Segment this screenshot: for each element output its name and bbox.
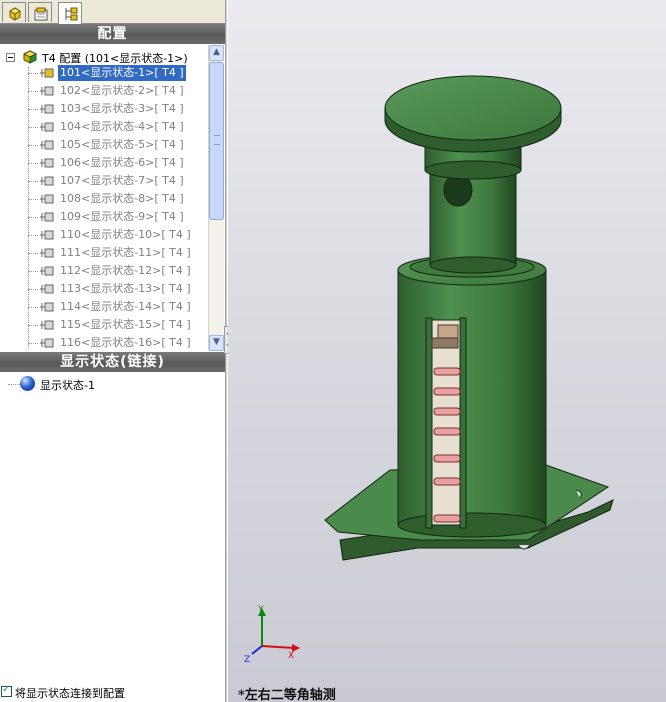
configuration-item[interactable]: 107<显示状态-7>[ T4 ] bbox=[28, 172, 208, 190]
x-axis-label: X bbox=[288, 651, 294, 661]
chevron-down-icon: ▼ bbox=[213, 337, 220, 347]
configuration-icon bbox=[40, 158, 54, 168]
tree-connector-line bbox=[28, 127, 38, 128]
tree-connector-line bbox=[28, 235, 38, 236]
configuration-item[interactable]: 102<显示状态-2>[ T4 ] bbox=[28, 82, 208, 100]
tree-connector-line bbox=[28, 91, 38, 92]
configuration-item[interactable]: 113<显示状态-13>[ T4 ] bbox=[28, 280, 208, 298]
configuration-item-label: 112<显示状态-12>[ T4 ] bbox=[60, 264, 191, 277]
chevron-up-icon: ▲ bbox=[213, 47, 220, 57]
configuration-icon bbox=[40, 266, 54, 276]
graphics-viewport[interactable]: Y X Z *左右二等角轴测 bbox=[228, 0, 666, 702]
configuration-icon bbox=[40, 284, 54, 294]
y-axis-label: Y bbox=[257, 605, 264, 615]
tree-connector-line bbox=[28, 325, 38, 326]
view-orientation-label: *左右二等角轴测 bbox=[238, 688, 336, 702]
configuration-icon bbox=[40, 176, 54, 186]
tree-connector-line bbox=[28, 217, 38, 218]
configuration-item-label: 106<显示状态-6>[ T4 ] bbox=[60, 156, 184, 169]
tab-feature-manager[interactable] bbox=[2, 2, 26, 22]
scroll-up-button[interactable]: ▲ bbox=[209, 45, 224, 61]
configuration-item-label: 108<显示状态-8>[ T4 ] bbox=[60, 192, 184, 205]
tree-connector-line bbox=[8, 384, 20, 385]
tree-connector-line bbox=[28, 109, 38, 110]
configuration-icon bbox=[40, 86, 54, 96]
configuration-icon bbox=[40, 302, 54, 312]
display-state-label: 显示状态-1 bbox=[40, 379, 95, 392]
configuration-item[interactable]: 114<显示状态-14>[ T4 ] bbox=[28, 298, 208, 316]
configuration-item-label: 109<显示状态-9>[ T4 ] bbox=[60, 210, 184, 223]
configuration-item[interactable]: 101<显示状态-1>[ T4 ] bbox=[28, 64, 208, 82]
configuration-item-label: 113<显示状态-13>[ T4 ] bbox=[60, 282, 191, 295]
3d-model[interactable] bbox=[228, 0, 666, 702]
top-cap[interactable] bbox=[384, 75, 562, 153]
inner-piston[interactable] bbox=[424, 139, 522, 274]
configuration-item[interactable]: 115<显示状态-15>[ T4 ] bbox=[28, 316, 208, 334]
configuration-icon bbox=[40, 338, 54, 348]
configuration-tree: T4 配置 (101<显示状态-1>) 101<显示状态-1>[ T4 ] 102… bbox=[0, 45, 208, 350]
configuration-item-label: 114<显示状态-14>[ T4 ] bbox=[60, 300, 191, 313]
configuration-item[interactable]: 108<显示状态-8>[ T4 ] bbox=[28, 190, 208, 208]
display-state-list: 显示状态-1 bbox=[0, 373, 225, 673]
configuration-icon bbox=[40, 104, 54, 114]
configuration-item-label: 111<显示状态-11>[ T4 ] bbox=[60, 246, 191, 259]
manager-tab-bar bbox=[0, 0, 225, 24]
link-display-state-label: 将显示状态连接到配置 bbox=[15, 687, 125, 700]
tree-connector-line bbox=[28, 271, 38, 272]
configuration-icon bbox=[40, 68, 54, 78]
tree-scrollbar[interactable]: ▲ ▼ bbox=[208, 45, 224, 351]
tree-connector-line bbox=[28, 145, 38, 146]
configuration-manager-pane: 配置 T4 配置 (101<显示状态-1>) 101<显示状态-1>[ T4 ]… bbox=[0, 0, 225, 702]
feature-manager-icon bbox=[9, 7, 21, 21]
tab-property-manager[interactable] bbox=[28, 2, 52, 22]
sphere-icon bbox=[20, 376, 35, 391]
configuration-item-label: 103<显示状态-3>[ T4 ] bbox=[60, 102, 184, 115]
tree-connector-line bbox=[28, 181, 38, 182]
display-state-panel-header: 显示状态(链接) bbox=[0, 352, 225, 372]
z-axis-label: Z bbox=[244, 655, 250, 664]
configuration-icon bbox=[40, 122, 54, 132]
scrollbar-thumb[interactable] bbox=[209, 62, 224, 220]
configuration-icon bbox=[40, 320, 54, 330]
configuration-panel-header: 配置 bbox=[0, 24, 225, 44]
configuration-icon bbox=[40, 248, 54, 258]
configuration-item[interactable]: 104<显示状态-4>[ T4 ] bbox=[28, 118, 208, 136]
configuration-icon bbox=[40, 212, 54, 222]
tree-connector-line bbox=[28, 253, 38, 254]
configuration-item[interactable]: 110<显示状态-10>[ T4 ] bbox=[28, 226, 208, 244]
scroll-down-button[interactable]: ▼ bbox=[209, 335, 224, 351]
configuration-icon bbox=[40, 230, 54, 240]
tree-connector-line bbox=[28, 199, 38, 200]
tab-configuration-manager[interactable] bbox=[58, 2, 82, 24]
assembly-config-icon bbox=[22, 50, 38, 64]
configuration-item[interactable]: 112<显示状态-12>[ T4 ] bbox=[28, 262, 208, 280]
configuration-item[interactable]: 103<显示状态-3>[ T4 ] bbox=[28, 100, 208, 118]
configuration-icon bbox=[40, 194, 54, 204]
configuration-item-label: 110<显示状态-10>[ T4 ] bbox=[60, 228, 191, 241]
link-display-state-checkbox[interactable] bbox=[1, 684, 12, 697]
axis-triad: Y X Z bbox=[244, 605, 300, 664]
tree-connector-line bbox=[28, 163, 38, 164]
property-manager-icon bbox=[34, 7, 48, 21]
configuration-item[interactable]: 109<显示状态-9>[ T4 ] bbox=[28, 208, 208, 226]
configuration-icon bbox=[40, 140, 54, 150]
configuration-item[interactable]: 105<显示状态-5>[ T4 ] bbox=[28, 136, 208, 154]
tree-connector-line bbox=[28, 73, 38, 74]
configuration-item-label: 104<显示状态-4>[ T4 ] bbox=[60, 120, 184, 133]
configuration-item-label: 115<显示状态-15>[ T4 ] bbox=[60, 318, 191, 331]
collapse-toggle-icon[interactable] bbox=[6, 53, 15, 62]
configuration-manager-icon bbox=[65, 7, 78, 21]
configuration-item[interactable]: 106<显示状态-6>[ T4 ] bbox=[28, 154, 208, 172]
configuration-item[interactable]: 111<显示状态-11>[ T4 ] bbox=[28, 244, 208, 262]
configuration-item-label: 116<显示状态-16>[ T4 ] bbox=[60, 336, 191, 349]
configuration-item-label: 101<显示状态-1>[ T4 ] bbox=[58, 65, 186, 81]
outer-sleeve[interactable] bbox=[397, 254, 547, 538]
configuration-item-label: 102<显示状态-2>[ T4 ] bbox=[60, 84, 184, 97]
tree-connector-line bbox=[28, 307, 38, 308]
configuration-item-label: 107<显示状态-7>[ T4 ] bbox=[60, 174, 184, 187]
configuration-item[interactable]: 116<显示状态-16>[ T4 ] bbox=[28, 334, 208, 350]
tree-connector-line bbox=[28, 343, 38, 344]
tree-connector-line bbox=[28, 289, 38, 290]
configuration-item-label: 105<显示状态-5>[ T4 ] bbox=[60, 138, 184, 151]
